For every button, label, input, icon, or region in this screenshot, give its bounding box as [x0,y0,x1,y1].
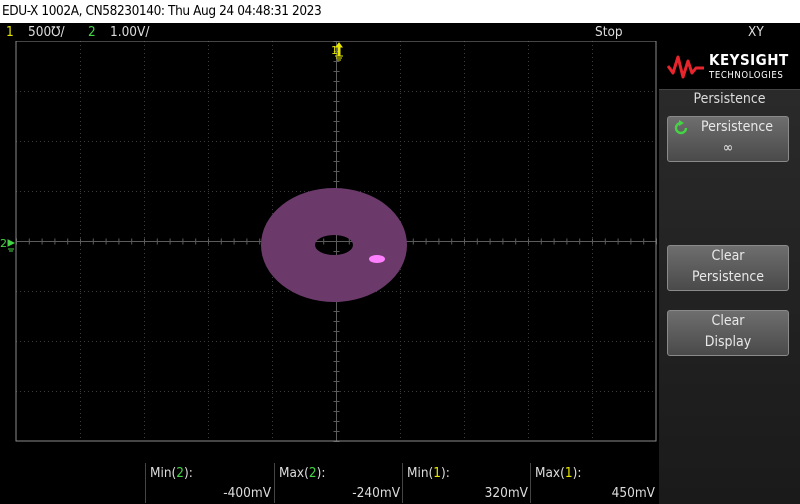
meas-value: 450mV [611,485,655,501]
meas-label-suffix: ): [316,465,326,481]
clear-persistence-line1: Clear [711,248,745,264]
meas-channel: 1 [433,465,442,481]
scope-screen: 1 2 [0,41,659,463]
xy-trace-dot [369,255,385,263]
ch1-number[interactable]: 1 [6,23,14,41]
device-title: EDU-X 1002A, CN58230140: Thu Aug 24 04:4… [2,3,322,19]
measurement-max-ch2[interactable]: Max(2): -240mV [274,463,404,503]
clear-display-line1: Clear [711,313,745,329]
measurement-min-ch1[interactable]: Min(1): 320mV [402,463,532,503]
meas-channel: 1 [564,465,573,481]
brand-sub: TECHNOLOGIES [709,70,784,81]
menu-title: Persistence [693,91,766,107]
meas-value: -400mV [223,485,271,501]
status-bar: 1 500℧/ 2 1.00V/ Stop XY [0,23,800,41]
clear-display-button[interactable]: Clear Display [667,310,789,356]
meas-channel: 2 [176,465,185,481]
meas-label-prefix: Min( [150,465,177,481]
meas-value: 320mV [484,485,528,501]
clear-display-line2: Display [704,334,752,350]
meas-label-prefix: Max( [279,465,309,481]
clear-persistence-line2: Persistence [692,269,764,285]
persistence-value: ∞ [722,140,734,156]
measurement-max-ch1[interactable]: Max(1): 450mV [530,463,659,503]
softkey-panel: KEYSIGHT TECHNOLOGIES Persistence Persis… [659,41,800,504]
display-mode: XY [748,24,764,40]
measurement-bar: Min(2): -400mV Max(2): -240mV Min(1): 32… [0,463,659,503]
measurement-min-ch2[interactable]: Min(2): -400mV [145,463,275,503]
meas-label-prefix: Max( [535,465,565,481]
rotate-knob-icon [674,120,688,135]
meas-label-suffix: ): [184,465,193,481]
ch2-marker-label: 2 [0,237,7,250]
run-state: Stop [595,24,623,40]
keysight-wave-icon [667,55,704,79]
persistence-button[interactable]: Persistence ∞ [667,116,789,162]
meas-label-suffix: ): [572,465,582,481]
persistence-label: Persistence [701,119,773,135]
meas-label-prefix: Min( [407,465,434,481]
brand-name: KEYSIGHT [709,51,789,69]
clear-persistence-button[interactable]: Clear Persistence [667,245,789,291]
ch2-scale[interactable]: 1.00V/ [110,23,149,41]
title-bar: EDU-X 1002A, CN58230140: Thu Aug 24 04:4… [0,0,800,23]
meas-channel: 2 [308,465,317,481]
ch2-number[interactable]: 2 [88,23,96,41]
ch1-scale[interactable]: 500℧/ [28,23,65,41]
keysight-logo: KEYSIGHT TECHNOLOGIES [667,45,795,87]
meas-value: -240mV [352,485,400,501]
meas-label-suffix: ): [441,465,450,481]
